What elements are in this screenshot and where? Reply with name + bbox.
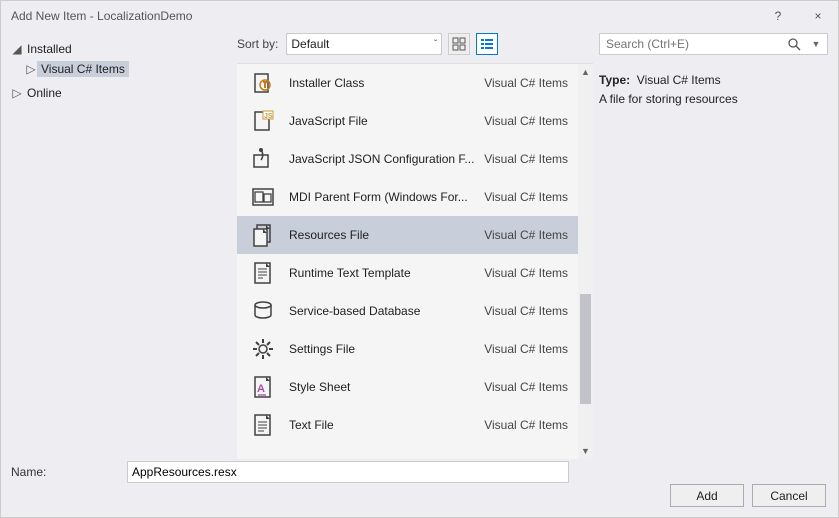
- description: A file for storing resources: [599, 90, 828, 109]
- template-category: Visual C# Items: [484, 266, 568, 280]
- template-name: Installer Class: [289, 76, 484, 90]
- template-category: Visual C# Items: [484, 152, 568, 166]
- sort-by-dropdown[interactable]: Default ˇ: [286, 33, 442, 55]
- template-icon: JS: [251, 109, 275, 133]
- list-item[interactable]: Text FileVisual C# Items: [237, 406, 578, 444]
- type-label: Type:: [599, 73, 630, 87]
- sort-by-value: Default: [291, 37, 329, 51]
- list-item[interactable]: A Style SheetVisual C# Items: [237, 368, 578, 406]
- view-grid-button[interactable]: [448, 33, 470, 55]
- template-category: Visual C# Items: [484, 418, 568, 432]
- chevron-right-icon: ▷: [11, 86, 23, 100]
- tree-label: Installed: [23, 41, 76, 57]
- template-icon: [251, 261, 275, 285]
- template-icon: A: [251, 375, 275, 399]
- template-category: Visual C# Items: [484, 114, 568, 128]
- template-icon: [251, 413, 275, 437]
- category-tree: ◢ Installed ▷ Visual C# Items ▷ Online: [1, 31, 237, 459]
- search-box[interactable]: ▼: [599, 33, 828, 55]
- add-button[interactable]: Add: [670, 484, 744, 507]
- template-icon: [251, 71, 275, 95]
- chevron-down-icon: ˇ: [434, 39, 437, 50]
- list-item[interactable]: JS JavaScript FileVisual C# Items: [237, 102, 578, 140]
- scroll-up-arrow[interactable]: ▲: [578, 64, 593, 80]
- svg-text:A: A: [257, 383, 265, 395]
- template-icon: [251, 147, 275, 171]
- tree-installed[interactable]: ◢ Installed: [7, 39, 231, 59]
- list-item[interactable]: Service-based DatabaseVisual C# Items: [237, 292, 578, 330]
- template-name: Style Sheet: [289, 380, 484, 394]
- list-item[interactable]: Resources FileVisual C# Items: [237, 216, 578, 254]
- tree-online[interactable]: ▷ Online: [7, 83, 231, 103]
- template-icon: [251, 299, 275, 323]
- template-name: Text File: [289, 418, 484, 432]
- list-item[interactable]: Installer ClassVisual C# Items: [237, 64, 578, 102]
- template-category: Visual C# Items: [484, 190, 568, 204]
- template-name: Runtime Text Template: [289, 266, 484, 280]
- list-item[interactable]: Settings FileVisual C# Items: [237, 330, 578, 368]
- chevron-right-icon: ▷: [25, 62, 37, 76]
- template-name: JavaScript JSON Configuration F...: [289, 152, 484, 166]
- close-button[interactable]: ×: [798, 1, 838, 31]
- template-name: Resources File: [289, 228, 484, 242]
- name-input[interactable]: [127, 461, 569, 483]
- list-item[interactable]: Runtime Text TemplateVisual C# Items: [237, 254, 578, 292]
- view-list-button[interactable]: [476, 33, 498, 55]
- search-input[interactable]: [600, 37, 783, 51]
- template-category: Visual C# Items: [484, 380, 568, 394]
- template-icon: [251, 337, 275, 361]
- template-list[interactable]: Installer ClassVisual C# ItemsJSJavaScri…: [237, 64, 578, 459]
- list-icon: [480, 37, 494, 51]
- window-title: Add New Item - LocalizationDemo: [11, 9, 758, 23]
- grid-icon: [452, 37, 466, 51]
- scroll-down-arrow[interactable]: ▼: [578, 443, 593, 459]
- tree-visual-csharp-items[interactable]: ▷ Visual C# Items: [7, 59, 231, 79]
- titlebar: Add New Item - LocalizationDemo ? ×: [1, 1, 838, 31]
- template-icon: [251, 223, 275, 247]
- scroll-thumb[interactable]: [580, 294, 591, 404]
- template-category: Visual C# Items: [484, 342, 568, 356]
- template-category: Visual C# Items: [484, 76, 568, 90]
- list-item[interactable]: JavaScript JSON Configuration F...Visual…: [237, 140, 578, 178]
- svg-text:JS: JS: [264, 113, 273, 120]
- type-value: Visual C# Items: [637, 73, 721, 87]
- cancel-button[interactable]: Cancel: [752, 484, 826, 507]
- search-dropdown-icon[interactable]: ▼: [805, 39, 827, 49]
- name-label: Name:: [11, 465, 127, 479]
- help-button[interactable]: ?: [758, 1, 798, 31]
- sort-by-label: Sort by:: [237, 37, 278, 51]
- template-category: Visual C# Items: [484, 304, 568, 318]
- template-name: MDI Parent Form (Windows For...: [289, 190, 484, 204]
- list-item[interactable]: MDI Parent Form (Windows For...Visual C#…: [237, 178, 578, 216]
- template-name: Settings File: [289, 342, 484, 356]
- tree-label: Online: [23, 85, 66, 101]
- template-icon: [251, 185, 275, 209]
- template-category: Visual C# Items: [484, 228, 568, 242]
- template-name: JavaScript File: [289, 114, 484, 128]
- template-name: Service-based Database: [289, 304, 484, 318]
- search-icon[interactable]: [783, 37, 805, 51]
- chevron-down-icon: ◢: [11, 42, 23, 56]
- details-pane: Type: Visual C# Items A file for storing…: [599, 71, 828, 109]
- tree-label: Visual C# Items: [37, 61, 129, 77]
- scrollbar[interactable]: ▲ ▼: [578, 64, 593, 459]
